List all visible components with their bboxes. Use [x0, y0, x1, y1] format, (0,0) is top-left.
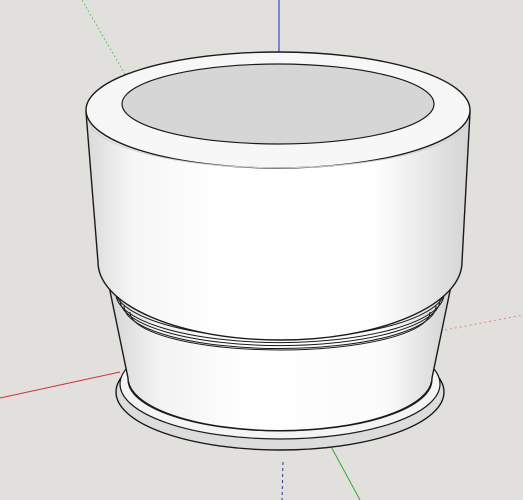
blue-axis-dashed: [281, 461, 284, 500]
red-axis: [0, 371, 121, 399]
jar-model[interactable]: [85, 51, 471, 451]
scene-canvas[interactable]: [0, 0, 523, 500]
red-axis-dashed: [444, 314, 523, 331]
modeling-viewport[interactable]: [0, 0, 523, 500]
lid-top-face: [121, 63, 435, 145]
